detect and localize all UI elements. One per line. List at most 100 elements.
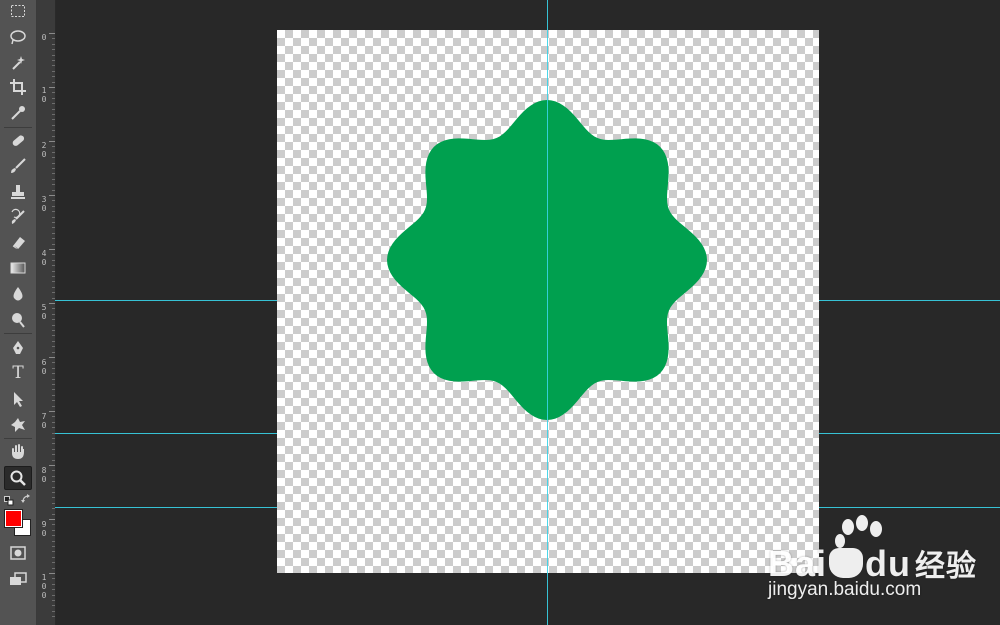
ruler-tick: [52, 551, 55, 553]
ruler-tick: [52, 184, 55, 186]
ruler-tick: [52, 438, 55, 439]
ruler-tick: [52, 76, 55, 78]
ruler-tick: [52, 65, 55, 67]
ruler-tick: [52, 97, 55, 99]
ruler-tick: [52, 481, 55, 483]
ruler-tick: [52, 119, 55, 121]
ruler-label: 30: [41, 195, 47, 213]
vertical-guide[interactable]: [547, 0, 548, 625]
ruler-tick: [52, 384, 55, 385]
ruler-tick: [52, 205, 55, 207]
dodge-icon[interactable]: [5, 309, 31, 331]
ruler-tick: [52, 373, 55, 375]
ruler-tick: [52, 81, 55, 83]
ruler-tick: [52, 454, 55, 456]
ruler-tick: [52, 189, 55, 191]
ruler-tick: [52, 416, 55, 418]
ruler-label: 100: [41, 573, 47, 600]
ruler-tick: [52, 351, 55, 353]
eyedropper-icon[interactable]: [5, 102, 31, 124]
type-tool-glyph: T: [12, 362, 24, 383]
ruler-tick: [52, 276, 55, 277]
ruler-tick: [52, 54, 55, 56]
ruler-tick: [49, 573, 55, 574]
ruler-tick: [52, 319, 55, 321]
ruler-tick: [52, 513, 55, 515]
quick-mask-icon[interactable]: [5, 542, 31, 564]
ruler-tick: [52, 400, 55, 402]
ruler-tick: [52, 243, 55, 245]
ruler-tick: [52, 265, 55, 267]
ruler-tick: [52, 297, 55, 299]
rectangular-marquee-icon[interactable]: [5, 0, 31, 22]
ruler-tick: [49, 87, 55, 88]
brush-icon[interactable]: [5, 155, 31, 177]
ruler-label: 20: [41, 141, 47, 159]
ruler-tick: [52, 135, 55, 137]
foreground-color-swatch[interactable]: [4, 509, 23, 528]
healing-brush-icon[interactable]: [5, 130, 31, 152]
clone-stamp-icon[interactable]: [5, 181, 31, 203]
ruler-tick: [52, 556, 55, 558]
ruler-tick: [52, 540, 55, 542]
zoom-icon[interactable]: [4, 466, 32, 490]
ruler-tick: [52, 38, 55, 40]
color-swatches: [0, 488, 36, 548]
hand-icon[interactable]: [5, 441, 31, 463]
toolbar-divider: [4, 333, 32, 334]
ruler-tick: [52, 200, 55, 202]
ruler-tick: [49, 195, 55, 196]
ruler-tick: [52, 443, 55, 445]
ruler-tick: [52, 216, 55, 218]
default-colors-icon[interactable]: [4, 491, 14, 510]
ruler-tick: [52, 211, 55, 213]
magic-wand-icon[interactable]: [5, 52, 31, 74]
ruler-tick: [52, 367, 55, 369]
ruler-tick: [52, 254, 55, 256]
ruler-tick: [52, 281, 55, 283]
ruler-tick: [52, 168, 55, 169]
path-selection-icon[interactable]: [5, 388, 31, 410]
ruler-tick: [52, 546, 55, 547]
ruler-tick: [52, 427, 55, 429]
blur-icon[interactable]: [5, 283, 31, 305]
custom-shape-icon[interactable]: [5, 414, 31, 436]
ruler-tick: [52, 308, 55, 310]
document-canvas[interactable]: [277, 30, 819, 573]
ruler-label: 80: [41, 466, 47, 484]
ruler-tick: [52, 535, 55, 537]
ruler-tick: [52, 60, 55, 61]
gradient-icon[interactable]: [5, 257, 31, 279]
ruler-tick: [52, 600, 55, 601]
ruler-tick: [52, 470, 55, 472]
ruler-tick: [49, 519, 55, 520]
ruler-tick: [52, 492, 55, 493]
ruler-tick: [52, 448, 55, 450]
type-icon[interactable]: T: [5, 362, 31, 384]
eraser-icon[interactable]: [5, 231, 31, 253]
ruler-tick: [52, 130, 55, 132]
ruler-tick: [52, 567, 55, 569]
crop-icon[interactable]: [5, 76, 31, 98]
lasso-icon[interactable]: [5, 26, 31, 48]
ruler-tick: [49, 33, 55, 34]
toolbar-divider: [4, 438, 32, 439]
ruler-tick: [52, 610, 55, 612]
ruler-label: 10: [41, 86, 47, 104]
ruler-tick: [52, 43, 55, 45]
ruler-tick: [52, 502, 55, 504]
screen-mode-icon[interactable]: [5, 568, 31, 590]
ruler-tick: [52, 578, 55, 580]
swap-colors-icon[interactable]: [21, 490, 32, 509]
ruler-tick: [52, 92, 55, 94]
ruler-tick: [52, 394, 55, 396]
history-brush-icon[interactable]: [5, 206, 31, 228]
ruler-tick: [52, 232, 55, 234]
ruler-tick: [52, 173, 55, 175]
pen-icon[interactable]: [5, 337, 31, 359]
watermark-brand-cn: 经验: [915, 549, 978, 584]
ruler-tick: [49, 411, 55, 412]
ruler-tick: [52, 157, 55, 159]
ruler-label: 60: [41, 358, 47, 376]
ruler-tick: [52, 583, 55, 585]
